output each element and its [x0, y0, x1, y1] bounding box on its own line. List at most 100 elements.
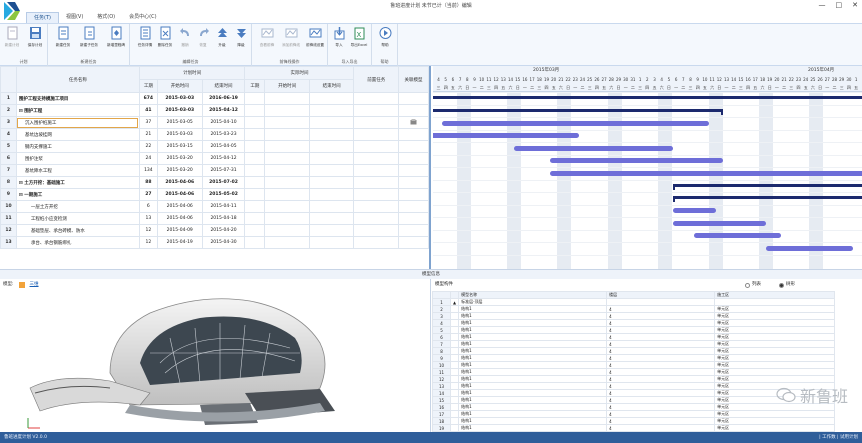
row-number[interactable]: 1 — [0, 92, 17, 105]
model-name-cell[interactable]: 结构1 — [458, 424, 608, 432]
col-header-model-name[interactable]: 模型名称 — [458, 291, 608, 299]
actual-end-cell[interactable] — [308, 92, 355, 105]
row-number[interactable]: 8 — [432, 347, 451, 355]
zone-cell[interactable]: 单元区 — [714, 375, 836, 383]
row-number[interactable]: 13 — [0, 236, 17, 249]
model-name-cell[interactable]: 结构1 — [458, 368, 608, 376]
model-name-cell[interactable]: 结构1 — [458, 326, 608, 334]
collapse-toggle-icon[interactable]: ⊟ — [19, 193, 23, 198]
gantt-summary-bar[interactable] — [672, 183, 862, 187]
row-number[interactable]: 11 — [0, 212, 17, 225]
start-cell[interactable]: 2015-04-06 — [156, 200, 203, 213]
link-model-cell[interactable] — [398, 176, 429, 189]
actual-start-cell[interactable] — [264, 140, 310, 153]
row-number[interactable]: 16 — [432, 403, 451, 411]
task-name-cell[interactable]: 围护工程支持模施工项目 — [15, 92, 140, 105]
floor-cell[interactable]: 4 — [606, 333, 716, 341]
task-row[interactable]: 10 一层土方开挖 6 2015-04-06 2015-04-11 — [0, 200, 429, 213]
gantt-task-bar[interactable] — [694, 233, 781, 238]
minimize-button[interactable]: — — [819, 1, 826, 9]
downgrade-button[interactable]: 降级 — [228, 26, 254, 54]
model-name-cell[interactable]: 结构1 — [458, 347, 608, 355]
col-header-actual-start[interactable]: 开始时间 — [264, 79, 310, 93]
duration-cell[interactable]: 37 — [138, 116, 158, 129]
duration-cell[interactable]: 134 — [138, 164, 158, 177]
link-model-cell[interactable] — [398, 128, 429, 141]
help-button[interactable]: 帮助 — [372, 26, 398, 54]
floor-cell[interactable]: 4 — [606, 389, 716, 397]
row-number[interactable]: 7 — [432, 340, 451, 348]
expand-cell[interactable]: ▲ — [449, 298, 460, 306]
floor-cell[interactable]: 4 — [606, 396, 716, 404]
actual-end-cell[interactable] — [308, 224, 355, 237]
col-header-end[interactable]: 结束时间 — [201, 79, 246, 93]
model-name-cell[interactable]: 结构1 — [458, 403, 608, 411]
col-header-zone[interactable]: 施工区 — [714, 291, 836, 299]
model-row[interactable]: 3 结构1 4 单元区 — [432, 312, 836, 320]
start-cell[interactable]: 2015-04-06 — [156, 212, 203, 225]
model-name-cell[interactable]: 结构1 — [458, 305, 608, 313]
pre-task-cell[interactable] — [353, 236, 400, 249]
zone-cell[interactable]: 单元区 — [714, 326, 836, 334]
pre-task-cell[interactable] — [353, 212, 400, 225]
start-cell[interactable]: 2015-03-03 — [156, 128, 203, 141]
start-cell[interactable]: 2015-04-19 — [156, 236, 203, 249]
link-model-cell[interactable] — [398, 164, 429, 177]
zone-cell[interactable]: 单元区 — [714, 340, 836, 348]
row-number[interactable]: 2 — [0, 104, 17, 117]
tab-task[interactable]: 任务(T) — [26, 12, 59, 23]
model-name-cell[interactable]: 结构1 — [458, 396, 608, 404]
start-cell[interactable]: 2015-04-06 — [156, 188, 203, 201]
row-number[interactable]: 5 — [432, 326, 451, 334]
actual-end-cell[interactable] — [308, 212, 355, 225]
zone-cell[interactable]: 单元区 — [714, 312, 836, 320]
gantt-summary-bar[interactable] — [672, 196, 862, 199]
row-number[interactable]: 12 — [0, 224, 17, 237]
col-header-actual-end[interactable]: 结束时间 — [308, 79, 355, 93]
duration-cell[interactable]: 12 — [138, 236, 158, 249]
model-row[interactable]: 15 结构1 4 单元区 — [432, 396, 836, 404]
actual-duration-cell[interactable] — [244, 176, 266, 189]
task-row[interactable]: 1 围护工程支持模施工项目 674 2015-03-03 2016-06-19 — [0, 92, 429, 105]
actual-start-cell[interactable] — [264, 188, 310, 201]
gantt-task-bar[interactable] — [672, 208, 716, 213]
zone-cell[interactable] — [714, 298, 836, 306]
actual-duration-cell[interactable] — [244, 128, 266, 141]
row-number[interactable]: 5 — [0, 140, 17, 153]
link-model-cell[interactable] — [398, 200, 429, 213]
floor-cell[interactable]: 4 — [606, 361, 716, 369]
gantt-task-bar[interactable] — [514, 145, 673, 151]
gantt-task-bar[interactable] — [442, 120, 709, 126]
model-name-cell[interactable]: 结构1 — [458, 382, 608, 390]
actual-end-cell[interactable] — [308, 128, 355, 141]
link-model-cell[interactable] — [398, 152, 429, 165]
pre-task-cell[interactable] — [353, 92, 400, 105]
end-cell[interactable]: 2015-03-23 — [201, 128, 246, 141]
pre-task-cell[interactable] — [353, 116, 400, 129]
link-model-cell[interactable] — [398, 140, 429, 153]
zone-cell[interactable]: 单元区 — [714, 333, 836, 341]
task-row[interactable]: 8 ⊟ 土方开挖：基础施工 88 2015-04-06 2015-07-02 — [0, 176, 429, 189]
row-number[interactable]: 12 — [432, 375, 451, 383]
actual-end-cell[interactable] — [308, 140, 355, 153]
pre-task-cell[interactable] — [353, 176, 400, 189]
save-plan-button[interactable]: 保存计划 — [22, 26, 48, 54]
actual-duration-cell[interactable] — [244, 224, 266, 237]
task-row[interactable]: 11 工程桩小应变检测 13 2015-04-06 2015-04-18 — [0, 212, 429, 225]
zone-cell[interactable]: 单元区 — [714, 305, 836, 313]
model-row[interactable]: 12 结构1 4 单元区 — [432, 375, 836, 383]
actual-end-cell[interactable] — [308, 164, 355, 177]
row-number[interactable]: 10 — [432, 361, 451, 369]
3d-view-link[interactable]: 三维 — [30, 279, 39, 291]
row-number[interactable]: 8 — [0, 176, 17, 189]
gantt-task-bar[interactable] — [550, 170, 862, 176]
actual-start-cell[interactable] — [264, 236, 310, 249]
floor-cell[interactable]: 4 — [606, 347, 716, 355]
building-3d-model[interactable] — [0, 293, 431, 432]
model-row[interactable]: 4 结构1 4 单元区 — [432, 319, 836, 327]
floor-cell[interactable]: 4 — [606, 305, 716, 313]
task-name-cell[interactable]: 工程桩小应变检测 — [15, 212, 140, 225]
start-cell[interactable]: 2015-03-20 — [156, 164, 203, 177]
col-header-duration[interactable]: 工期 — [138, 79, 158, 93]
actual-end-cell[interactable] — [308, 200, 355, 213]
